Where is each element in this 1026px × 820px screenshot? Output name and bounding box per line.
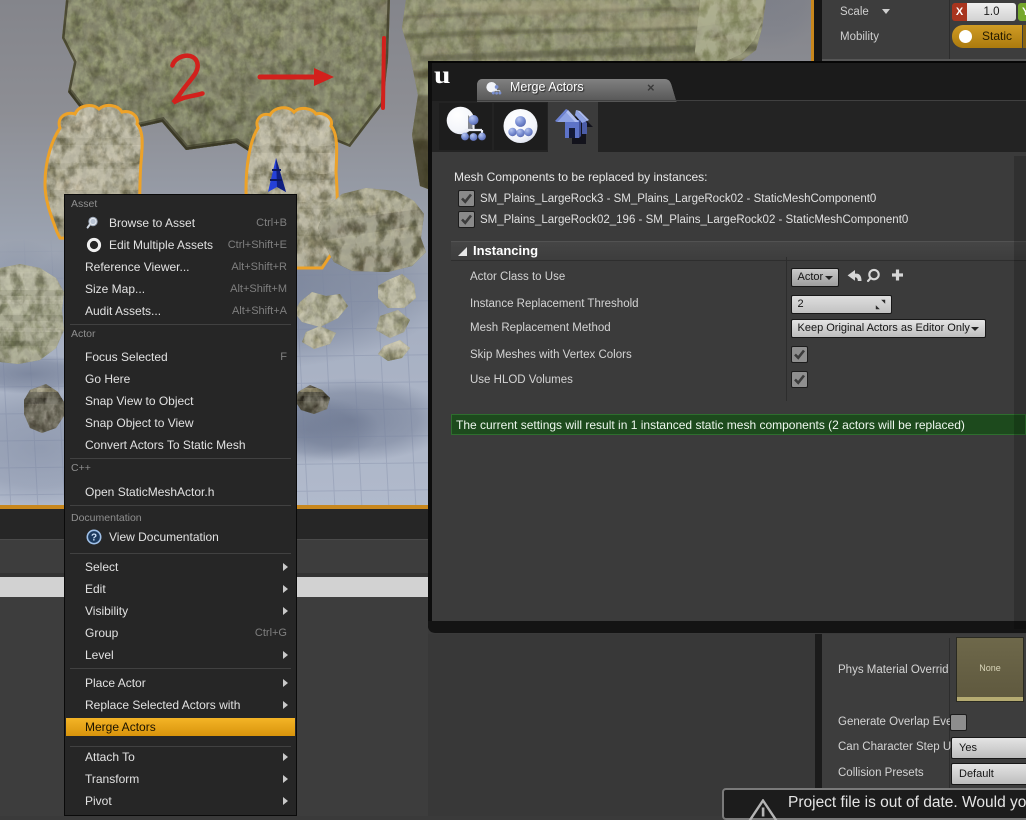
svg-text:?: ? <box>91 533 97 544</box>
